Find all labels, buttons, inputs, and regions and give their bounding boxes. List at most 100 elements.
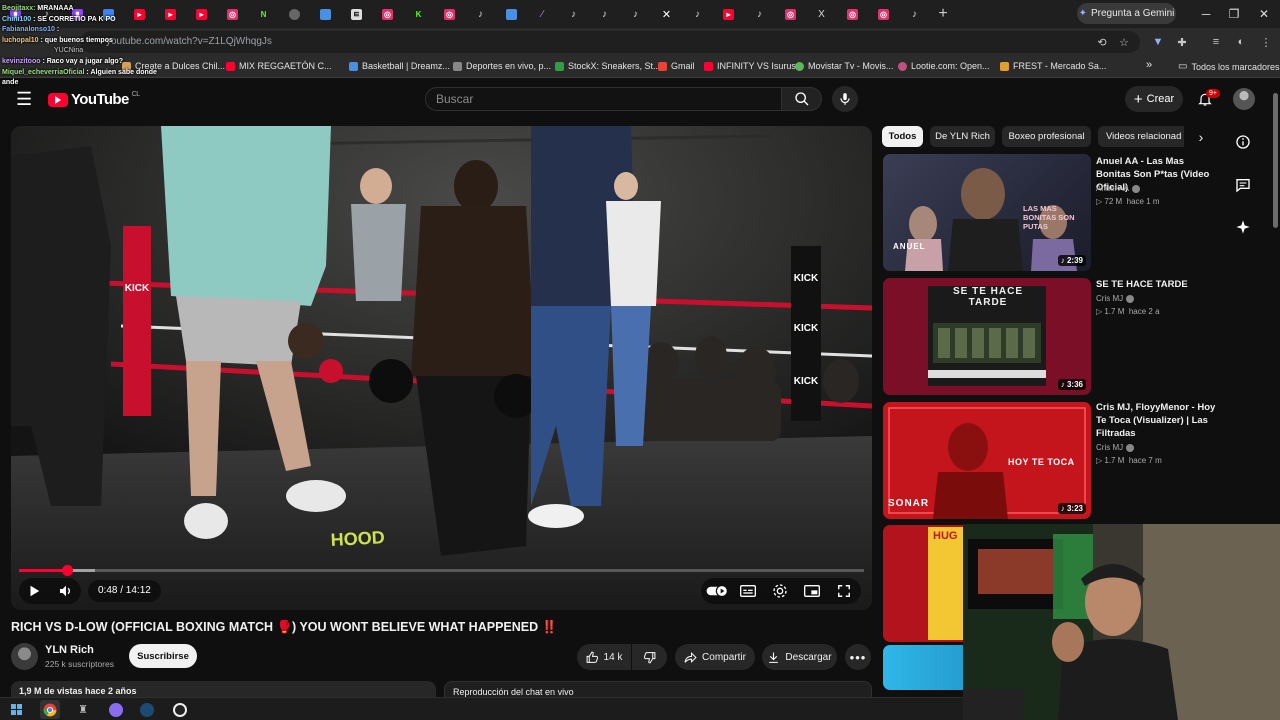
chip-pro-boxing[interactable]: Boxeo profesional — [1002, 126, 1091, 147]
info-icon[interactable] — [1234, 133, 1252, 151]
chat-replay-panel[interactable]: Reproducción del chat en vivo — [444, 681, 872, 697]
app-taskbar-icon[interactable]: ♜ — [73, 700, 93, 719]
captions-button[interactable] — [733, 579, 763, 603]
youtube-logo[interactable]: YouTube CL — [48, 91, 140, 108]
address-bar[interactable]: youtube.com/watch?v=Z1LQjWhqgJs — [80, 31, 1140, 53]
bookmarks-overflow-button[interactable]: » — [1146, 59, 1152, 71]
windows-start-icon[interactable] — [6, 700, 26, 719]
browser-tab[interactable]: ◎ — [775, 0, 806, 28]
bookmark-item[interactable]: Lootie.com: Open... — [898, 61, 990, 71]
kebab-menu-icon[interactable]: ⋮ — [1258, 34, 1274, 50]
extension-icon[interactable]: ▼ — [1150, 34, 1166, 50]
hamburger-menu-icon[interactable]: ☰ — [16, 89, 32, 110]
browser-tab[interactable]: ◎ — [372, 0, 403, 28]
like-button[interactable]: 14 k — [577, 644, 631, 670]
browser-tab[interactable] — [310, 0, 341, 28]
media-control-icon[interactable]: ≡ — [1208, 34, 1224, 50]
subscribe-button[interactable]: Suscribirse — [129, 644, 197, 668]
video-frame[interactable]: KICK KICK KICK KICK HOOD — [11, 126, 872, 610]
discord-taskbar-icon[interactable] — [106, 700, 126, 719]
related-video-title[interactable]: SE TE HACE TARDE — [1096, 278, 1216, 291]
translate-icon[interactable]: ⟲ — [1094, 34, 1110, 50]
share-button[interactable]: Compartir — [675, 644, 755, 670]
obs-taskbar-icon[interactable] — [170, 700, 190, 719]
miniplayer-button[interactable] — [797, 579, 827, 603]
steam-taskbar-icon[interactable] — [137, 700, 157, 719]
browser-tab[interactable]: ▸ — [186, 0, 217, 28]
chips-next-button[interactable]: › — [1190, 126, 1212, 147]
chip-from-channel[interactable]: De YLN Rich — [930, 126, 995, 147]
voice-search-button[interactable] — [832, 86, 858, 112]
chat-icon[interactable] — [1234, 176, 1252, 194]
account-avatar[interactable] — [1233, 88, 1255, 110]
chip-related[interactable]: Videos relacionad — [1098, 126, 1184, 147]
restore-button[interactable]: ❐ — [1218, 0, 1250, 28]
bookmark-item[interactable]: Gmail — [658, 61, 695, 71]
related-video-channel[interactable]: Cris MJ — [1096, 443, 1135, 452]
chip-all[interactable]: Todos — [882, 126, 923, 147]
bookmark-item[interactable]: FREST - Mercado Sa... — [1000, 61, 1106, 71]
bookmark-item[interactable]: StockX: Sneakers, St... — [555, 61, 661, 71]
new-tab-button[interactable]: + — [930, 5, 956, 23]
gemini-button[interactable]: ✦ Pregunta a Gemini — [1077, 3, 1176, 24]
browser-tab[interactable] — [279, 0, 310, 28]
browser-tab[interactable]: K — [403, 0, 434, 28]
description-box[interactable]: 1,9 M de vistas hace 2 años — [11, 681, 436, 697]
page-scrollbar[interactable] — [1271, 79, 1280, 524]
browser-tab[interactable]: ◎ — [868, 0, 899, 28]
browser-tab[interactable]: ♪ — [589, 0, 620, 28]
progress-bar[interactable] — [19, 565, 864, 576]
browser-tab[interactable]: ♪ — [899, 0, 930, 28]
profile-icon[interactable]: ◐ — [1233, 34, 1249, 50]
dislike-button[interactable] — [632, 644, 667, 670]
bookmark-item[interactable]: MIX REGGAETÓN C... — [226, 61, 332, 71]
browser-tab[interactable]: ▸ — [713, 0, 744, 28]
related-video-channel[interactable]: Cris MJ — [1096, 294, 1135, 303]
browser-tab[interactable]: ♪ — [682, 0, 713, 28]
browser-tab[interactable]: X — [806, 0, 837, 28]
related-video-title[interactable]: Cris MJ, FloyyMenor - Hoy Te Toca (Visua… — [1096, 401, 1216, 440]
close-window-button[interactable]: ✕ — [1248, 0, 1280, 28]
channel-avatar[interactable] — [11, 643, 38, 670]
browser-tab[interactable]: N — [248, 0, 279, 28]
browser-tab[interactable]: ♪ — [465, 0, 496, 28]
close-icon[interactable]: ✕ — [662, 8, 671, 21]
mute-button[interactable] — [51, 579, 81, 603]
progress-scrubber[interactable] — [61, 565, 73, 576]
scrollbar-thumb[interactable] — [1273, 93, 1278, 228]
extensions-puzzle-icon[interactable]: ✚ — [1174, 34, 1190, 50]
play-button[interactable] — [19, 579, 49, 603]
sparkle-icon[interactable] — [1234, 218, 1252, 236]
bookmark-item[interactable]: Deportes en vivo, p... — [453, 61, 551, 71]
create-button[interactable]: + Crear — [1125, 86, 1183, 112]
video-player[interactable]: KICK KICK KICK KICK HOOD 0:48 / 14:12 — [11, 126, 872, 610]
browser-tab-active[interactable]: ✕ — [651, 0, 682, 28]
related-video-channel[interactable]: Anuel AA — [1096, 184, 1140, 193]
browser-tab[interactable]: ◎ — [217, 0, 248, 28]
autoplay-toggle[interactable] — [702, 579, 732, 603]
video-thumbnail[interactable]: HOY TE TOCA SONAR ♪ 3:23 — [883, 402, 1091, 519]
search-input[interactable] — [425, 87, 782, 111]
browser-tab[interactable]: ∕ — [527, 0, 558, 28]
browser-tab[interactable]: ㅌ — [341, 0, 372, 28]
browser-tab[interactable]: ♪ — [558, 0, 589, 28]
fullscreen-button[interactable] — [829, 579, 859, 603]
channel-name[interactable]: YLN Rich — [45, 644, 94, 656]
search-button[interactable] — [781, 87, 822, 111]
bookmark-item[interactable]: Basketball | Dreamz... — [349, 61, 450, 71]
chrome-taskbar-icon[interactable] — [40, 700, 60, 719]
all-bookmarks-button[interactable]: ▭ Todos los marcadores — [1178, 61, 1280, 72]
video-thumbnail[interactable]: SE TE HACE TARDE ♪ 3:36 — [883, 278, 1091, 395]
video-thumbnail[interactable]: LAS MAS BONITAS SON PUTAS ANUEL ♪ 2:39 — [883, 154, 1091, 271]
browser-tab[interactable] — [496, 0, 527, 28]
bookmark-item[interactable]: Movistar Tv - Movis... — [795, 61, 893, 71]
browser-tab[interactable]: ◎ — [434, 0, 465, 28]
more-actions-button[interactable]: ••• — [845, 644, 871, 670]
settings-button[interactable] — [765, 579, 795, 603]
download-button[interactable]: Descargar — [762, 644, 837, 670]
browser-tab[interactable]: ♪ — [620, 0, 651, 28]
bookmark-star-icon[interactable]: ☆ — [1116, 34, 1132, 50]
bookmark-item[interactable]: INFINITY VS Isurus — [704, 61, 796, 71]
browser-tab[interactable]: ♪ — [744, 0, 775, 28]
browser-tab[interactable]: ◎ — [837, 0, 868, 28]
